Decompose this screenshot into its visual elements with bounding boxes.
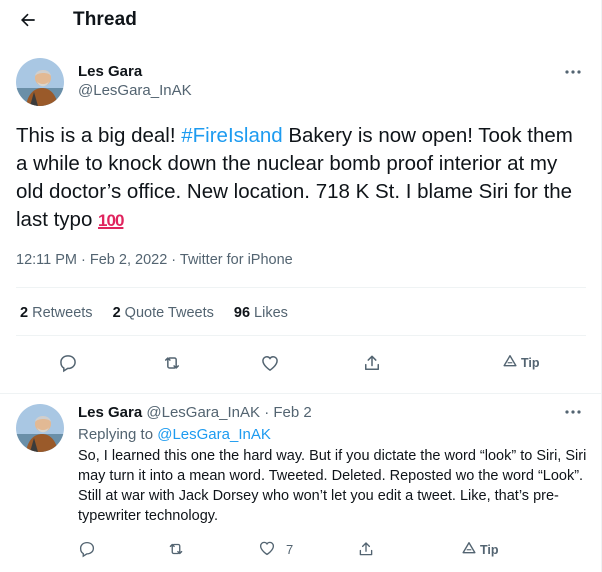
reply-author-name[interactable]: Les Gara (78, 404, 142, 421)
hundred-emoji-icon: 100 (98, 211, 124, 230)
quotes-count: 2 (112, 305, 121, 321)
author-name[interactable]: Les Gara (78, 63, 142, 80)
more-icon[interactable] (561, 402, 585, 422)
like-button[interactable]: 7 (258, 538, 293, 560)
like-count: 7 (286, 541, 294, 557)
retweet-icon[interactable] (166, 538, 186, 560)
tweet-actions: Tip (0, 348, 602, 378)
replying-to-prefix: Replying to (78, 426, 158, 443)
avatar[interactable] (16, 404, 64, 452)
likes-count: 96 (233, 305, 251, 321)
avatar[interactable] (16, 58, 64, 106)
reply-author-handle[interactable]: @LesGara_InAK (146, 404, 260, 421)
reply-text: So, I learned this one the hard way. But… (78, 448, 587, 524)
tip-icon (503, 354, 517, 371)
likes-stat[interactable]: 96 Likes (234, 305, 288, 321)
divider (16, 335, 586, 336)
tweet-stats: 2 Retweets 2 Quote Tweets 96 Likes (20, 305, 308, 321)
more-icon[interactable] (561, 62, 585, 82)
tip-icon (462, 541, 476, 558)
replying-to-handle[interactable]: @LesGara_InAK (157, 426, 271, 443)
tip-label: Tip (480, 542, 499, 557)
reply-tweet[interactable]: Les Gara @LesGara_InAK · Feb 2 Replying … (0, 393, 602, 572)
quotes-label: Quote Tweets (120, 305, 214, 321)
thread-header: Thread (0, 0, 602, 40)
tip-label: Tip (521, 355, 540, 370)
share-icon[interactable] (360, 351, 384, 375)
reply-icon[interactable] (78, 538, 96, 560)
tweet-timestamp[interactable]: 12:11 PM · Feb 2, 2022 · Twitter for iPh… (16, 252, 293, 268)
reply-actions: 7 Tip (0, 538, 602, 562)
thread-view: Thread Les Gara @LesGara_InAK This is a … (0, 0, 602, 572)
page-title: Thread (73, 9, 137, 30)
reply-header: Les Gara @LesGara_InAK · Feb 2 (78, 404, 312, 421)
like-icon[interactable] (258, 351, 282, 375)
hashtag-link[interactable]: #FireIsland (181, 124, 282, 147)
retweets-count: 2 (20, 305, 29, 321)
replying-to: Replying to @LesGara_InAK (78, 426, 271, 443)
quote-tweets-stat[interactable]: 2 Quote Tweets (113, 305, 214, 321)
share-icon[interactable] (357, 538, 375, 560)
like-icon (258, 539, 276, 560)
reply-date[interactable]: · Feb 2 (264, 404, 312, 421)
retweets-stat[interactable]: 2 Retweets (20, 305, 93, 321)
author-handle[interactable]: @LesGara_InAK (78, 82, 192, 99)
divider (16, 287, 586, 288)
retweet-icon[interactable] (160, 351, 184, 375)
reply-icon[interactable] (56, 351, 80, 375)
back-arrow-icon[interactable] (16, 8, 40, 32)
likes-label: Likes (250, 305, 288, 321)
tweet-text-before: This is a big deal! (16, 124, 182, 147)
retweets-label: Retweets (28, 305, 93, 321)
tip-button[interactable]: Tip (462, 541, 499, 558)
tip-button[interactable]: Tip (503, 354, 540, 371)
tweet-text: This is a big deal! #FireIsland Bakery i… (16, 122, 586, 235)
